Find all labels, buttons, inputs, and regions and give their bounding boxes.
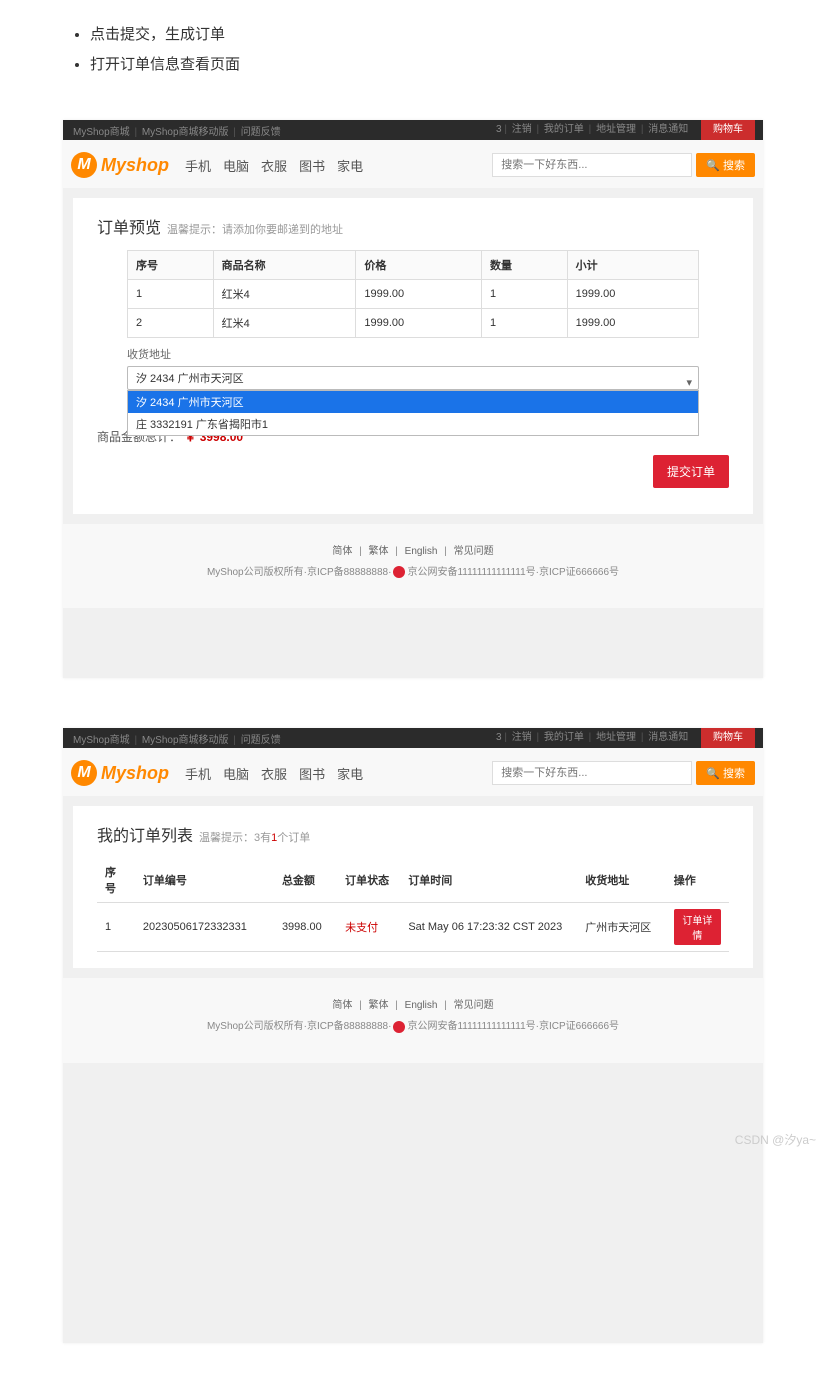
nav-clothes[interactable]: 衣服 <box>261 156 287 175</box>
logo[interactable]: M Myshop <box>71 152 169 178</box>
col-time: 订单时间 <box>408 875 452 887</box>
top-link-mobile[interactable]: MyShop商城移动版 <box>142 735 229 746</box>
my-orders-link[interactable]: 我的订单 <box>544 732 584 743</box>
search-input[interactable] <box>492 153 692 177</box>
order-items-table: 序号 商品名称 价格 数量 小计 1 红米4 1999.00 1 1999.00… <box>127 250 699 338</box>
logo-icon: M <box>71 760 97 786</box>
logo[interactable]: M Myshop <box>71 760 169 786</box>
search-button[interactable]: 🔍搜索 <box>696 153 755 177</box>
bullet-1: 点击提交，生成订单 <box>90 20 776 50</box>
col-price: 价格 <box>364 260 386 272</box>
search-button[interactable]: 🔍搜索 <box>696 761 755 785</box>
footer-link[interactable]: English <box>405 1000 438 1011</box>
top-link-feedback[interactable]: 问题反馈 <box>241 127 281 138</box>
col-addr: 收货地址 <box>585 875 629 887</box>
table-row: 2 红米4 1999.00 1 1999.00 <box>128 309 699 338</box>
nav-books[interactable]: 图书 <box>299 764 325 783</box>
bullet-2: 打开订单信息查看页面 <box>90 50 776 80</box>
top-link-feedback[interactable]: 问题反馈 <box>241 735 281 746</box>
address-dropdown: 汐 2434 广州市天河区 庄 3332191 广东省揭阳市1 <box>127 390 699 436</box>
footer-link[interactable]: 常见问题 <box>454 1000 494 1011</box>
order-detail-button[interactable]: 订单详情 <box>674 909 721 945</box>
address-option[interactable]: 庄 3332191 广东省揭阳市1 <box>128 413 698 435</box>
footer-copyright: MyShop公司版权所有·京ICP备88888888· <box>207 1021 392 1032</box>
cart-button[interactable]: 购物车 <box>701 728 755 748</box>
col-no: 订单编号 <box>143 875 187 887</box>
screenshot-order-list: MyShop商城 | MyShop商城移动版 | 问题反馈 3 | 注销 | 我… <box>63 728 763 1342</box>
col-idx: 序号 <box>105 867 116 895</box>
address-select[interactable]: 汐 2434 广州市天河区 <box>127 366 699 390</box>
footer-link[interactable]: 简体 <box>332 1000 352 1011</box>
col-qty: 数量 <box>490 260 512 272</box>
nav-phone[interactable]: 手机 <box>185 156 211 175</box>
col-sub: 小计 <box>576 260 598 272</box>
badge-icon <box>393 1021 405 1033</box>
top-link-mall[interactable]: MyShop商城 <box>73 735 130 746</box>
nav-books[interactable]: 图书 <box>299 156 325 175</box>
logout-link[interactable]: 注销 <box>512 124 532 135</box>
address-option[interactable]: 汐 2434 广州市天河区 <box>128 391 698 413</box>
address-mgmt-link[interactable]: 地址管理 <box>596 732 636 743</box>
search-icon: 🔍 <box>706 159 720 172</box>
nav-computer[interactable]: 电脑 <box>223 156 249 175</box>
logo-text: Myshop <box>101 763 169 784</box>
nav-phone[interactable]: 手机 <box>185 764 211 783</box>
nav-appliance[interactable]: 家电 <box>337 156 363 175</box>
nav-computer[interactable]: 电脑 <box>223 764 249 783</box>
order-status: 未支付 <box>337 903 400 952</box>
watermark: CSDN @汐ya~ <box>735 1131 816 1148</box>
table-row: 1 20230506172332331 3998.00 未支付 Sat May … <box>97 903 729 952</box>
logo-icon: M <box>71 152 97 178</box>
my-orders-link[interactable]: 我的订单 <box>544 124 584 135</box>
footer-link[interactable]: 常见问题 <box>454 546 494 557</box>
col-op: 操作 <box>674 875 696 887</box>
search-input[interactable] <box>492 761 692 785</box>
address-mgmt-link[interactable]: 地址管理 <box>596 124 636 135</box>
footer-link[interactable]: 繁体 <box>369 546 389 557</box>
page-title: 我的订单列表 <box>97 822 193 846</box>
submit-order-button[interactable]: 提交订单 <box>653 455 729 488</box>
footer-link[interactable]: 繁体 <box>369 1000 389 1011</box>
top-link-mall[interactable]: MyShop商城 <box>73 127 130 138</box>
page-title: 订单预览 <box>97 214 161 238</box>
footer-link[interactable]: 简体 <box>332 546 352 557</box>
badge-icon <box>393 566 405 578</box>
col-name: 商品名称 <box>222 260 266 272</box>
order-list-table: 序号 订单编号 总金额 订单状态 订单时间 收货地址 操作 1 20230506… <box>97 858 729 952</box>
nav-appliance[interactable]: 家电 <box>337 764 363 783</box>
search-icon: 🔍 <box>706 767 720 780</box>
logout-link[interactable]: 注销 <box>512 732 532 743</box>
footer-copyright-2: 京公网安备11111111111111号·京ICP证666666号 <box>407 567 619 578</box>
logo-text: Myshop <box>101 155 169 176</box>
col-status: 订单状态 <box>345 875 389 887</box>
top-link-mobile[interactable]: MyShop商城移动版 <box>142 127 229 138</box>
footer-copyright-2: 京公网安备11111111111111号·京ICP证666666号 <box>407 1021 619 1032</box>
cart-button[interactable]: 购物车 <box>701 120 755 140</box>
table-row: 1 红米4 1999.00 1 1999.00 <box>128 280 699 309</box>
address-label: 收货地址 <box>127 346 699 362</box>
tip-text: 温馨提示：请添加你要邮递到的地址 <box>167 221 343 237</box>
col-idx: 序号 <box>136 260 158 272</box>
footer-copyright: MyShop公司版权所有·京ICP备88888888· <box>207 567 392 578</box>
nav-clothes[interactable]: 衣服 <box>261 764 287 783</box>
screenshot-order-preview: MyShop商城 | MyShop商城移动版 | 问题反馈 3 | 注销 | 我… <box>63 120 763 678</box>
footer-link[interactable]: English <box>405 546 438 557</box>
col-amt: 总金额 <box>282 875 315 887</box>
notifications-link[interactable]: 消息通知 <box>648 124 688 135</box>
tip-text: 温馨提示：3有1个订单 <box>199 829 310 845</box>
notifications-link[interactable]: 消息通知 <box>648 732 688 743</box>
